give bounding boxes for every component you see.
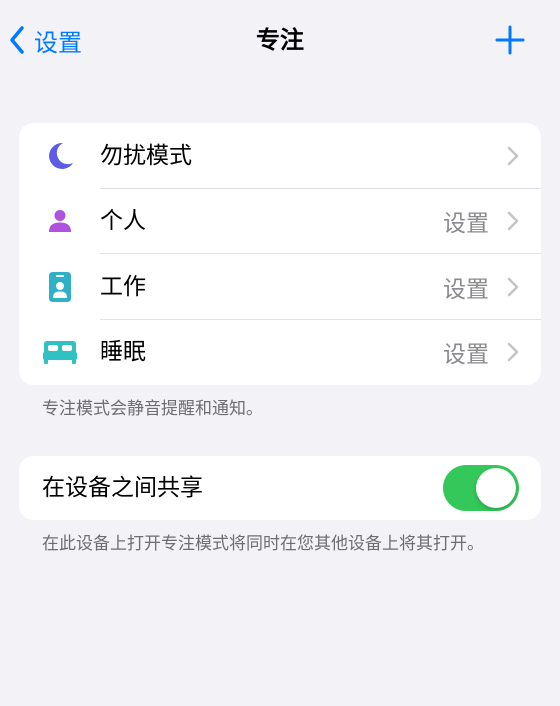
- add-button[interactable]: [494, 24, 526, 56]
- focus-mode-label: 睡眠: [100, 339, 146, 366]
- focus-mode-row-work[interactable]: 工作 设置: [19, 254, 541, 320]
- navigation-bar: 设置 专注: [0, 0, 560, 80]
- focus-mode-row-personal[interactable]: 个人 设置: [19, 189, 541, 254]
- focus-mode-label: 个人: [100, 208, 146, 235]
- chevron-right-icon: [507, 343, 519, 362]
- share-across-devices-row: 在设备之间共享: [19, 456, 541, 520]
- toggle-knob: [476, 468, 516, 508]
- id-badge-icon: [41, 268, 79, 306]
- person-icon: [41, 202, 79, 240]
- share-footnote: 在此设备上打开专注模式将同时在您其他设备上将其打开。: [42, 534, 484, 554]
- share-across-devices-toggle[interactable]: [443, 465, 519, 511]
- plus-icon: [495, 25, 525, 55]
- bed-icon: [41, 333, 79, 371]
- focus-mode-row-do-not-disturb[interactable]: 勿扰模式: [19, 123, 541, 189]
- focus-mode-label: 勿扰模式: [100, 142, 192, 169]
- page-title: 专注: [256, 26, 304, 54]
- moon-icon: [41, 137, 79, 175]
- focus-modes-list: 勿扰模式 个人 设置 工作 设置 睡眠 设置: [19, 123, 541, 385]
- chevron-right-icon: [507, 277, 519, 296]
- focus-mode-row-sleep[interactable]: 睡眠 设置: [19, 320, 541, 386]
- chevron-right-icon: [507, 212, 519, 231]
- focus-mode-value: 设置: [443, 211, 489, 238]
- focus-mode-value: 设置: [443, 342, 489, 369]
- focus-mode-value: 设置: [443, 276, 489, 303]
- focus-modes-footnote: 专注模式会静音提醒和通知。: [42, 399, 263, 419]
- focus-mode-label: 工作: [100, 273, 146, 300]
- share-across-devices-label: 在设备之间共享: [42, 475, 203, 501]
- chevron-right-icon: [507, 146, 519, 165]
